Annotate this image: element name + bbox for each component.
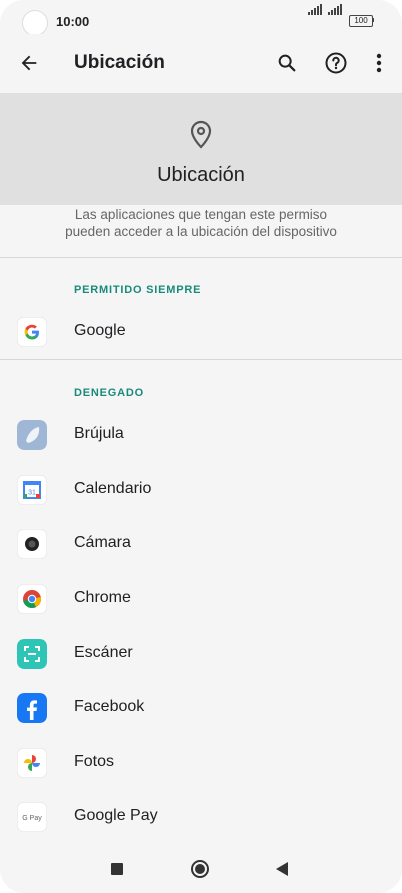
chrome-icon	[17, 584, 47, 614]
section-title-denied: DENEGADO	[74, 387, 144, 399]
help-circle-icon	[325, 52, 347, 74]
app-row-escaner[interactable]: Escáner	[0, 627, 402, 681]
facebook-icon	[17, 693, 47, 723]
battery-tip	[372, 18, 374, 22]
app-row-calendario[interactable]: 31 Calendario	[0, 463, 402, 517]
permission-description: Las aplicaciones que tengan este permiso…	[65, 207, 337, 239]
status-time: 10:00	[56, 14, 90, 29]
circle-icon[interactable]	[190, 859, 210, 879]
app-row-google-pay[interactable]: G Pay Google Pay	[0, 790, 402, 844]
camera-app-icon	[17, 529, 47, 559]
app-name: Cámara	[74, 534, 131, 551]
back-button[interactable]	[14, 48, 44, 78]
photos-app-icon	[17, 748, 47, 778]
app-row-camara[interactable]: Cámara	[0, 517, 402, 571]
calendar-app-icon: 31	[17, 475, 47, 505]
svg-text:31: 31	[28, 490, 36, 497]
app-name: Google Pay	[74, 807, 158, 824]
app-row-chrome[interactable]: Chrome	[0, 572, 402, 626]
more-options-button[interactable]	[364, 48, 394, 78]
page-title: Ubicación	[74, 52, 165, 73]
phone-screen: 10:00 100 Ubicación Ubicación Las aplica…	[0, 0, 402, 893]
permission-header: Ubicación	[0, 93, 402, 205]
svg-text:G Pay: G Pay	[22, 815, 42, 822]
app-name: Facebook	[74, 698, 145, 715]
camera-cutout	[22, 10, 48, 36]
app-row-facebook[interactable]: Facebook	[0, 681, 402, 735]
divider	[0, 257, 402, 258]
app-bar: Ubicación	[0, 34, 402, 92]
square-icon[interactable]	[111, 863, 123, 875]
section-title-allowed: PERMITIDO SIEMPRE	[74, 284, 202, 296]
search-icon	[278, 54, 296, 72]
google-pay-icon: G Pay	[17, 802, 47, 832]
help-button[interactable]	[321, 48, 351, 78]
battery-icon: 100	[349, 15, 373, 27]
app-row-brujula[interactable]: Brújula	[0, 408, 402, 462]
triangle-back-icon[interactable]	[276, 862, 288, 876]
compass-app-icon	[17, 420, 47, 450]
google-icon	[17, 317, 47, 347]
location-pin-icon	[190, 120, 212, 149]
app-name: Fotos	[74, 753, 115, 770]
navigation-bar	[0, 845, 402, 893]
arrow-left-icon	[21, 55, 37, 71]
app-name: Calendario	[74, 480, 152, 497]
more-vert-icon	[376, 53, 382, 73]
scanner-app-icon	[17, 639, 47, 669]
search-button[interactable]	[272, 48, 302, 78]
app-row-google[interactable]: Google	[0, 305, 402, 359]
app-name: Chrome	[74, 589, 131, 606]
divider	[0, 359, 402, 360]
app-row-fotos[interactable]: Fotos	[0, 736, 402, 790]
app-name: Google	[74, 322, 126, 339]
app-name: Brújula	[74, 425, 124, 442]
app-name: Escáner	[74, 644, 133, 661]
header-title: Ubicación	[157, 164, 245, 186]
